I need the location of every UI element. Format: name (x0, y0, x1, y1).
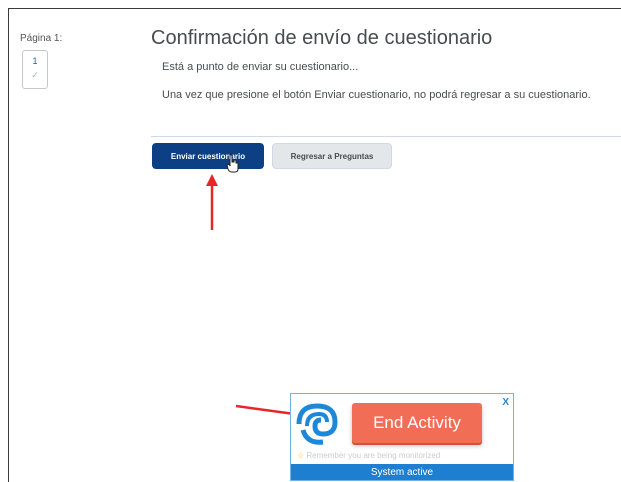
page-navigator-item-1[interactable]: 1 ✓ (22, 50, 48, 89)
proctor-logo-icon (296, 403, 338, 445)
intro-text: Está a punto de enviar su cuestionario..… (162, 61, 359, 73)
annotation-arrow-up (206, 174, 218, 230)
proctor-widget: X End Activity ☆ Remember you are being … (290, 393, 514, 481)
star-icon: ☆ (297, 451, 305, 460)
hand-cursor-icon (226, 154, 239, 173)
checkmark-icon: ✓ (31, 70, 39, 80)
page-title: Confirmación de envío de cuestionario (151, 27, 493, 49)
submit-quiz-button[interactable]: Enviar cuestionario (152, 143, 264, 169)
warning-text: Una vez que presione el botón Enviar cue… (162, 89, 591, 101)
monitor-reminder: ☆ Remember you are being monitorized (297, 451, 440, 460)
end-activity-button[interactable]: End Activity (352, 403, 482, 443)
status-bar: System active (291, 464, 513, 480)
back-to-questions-button[interactable]: Regresar a Preguntas (272, 143, 392, 169)
divider (151, 136, 621, 137)
page-label: Página 1: (20, 33, 63, 44)
page-number: 1 (32, 56, 38, 66)
close-icon[interactable]: X (502, 397, 509, 408)
monitor-reminder-text: Remember you are being monitorized (306, 451, 441, 460)
